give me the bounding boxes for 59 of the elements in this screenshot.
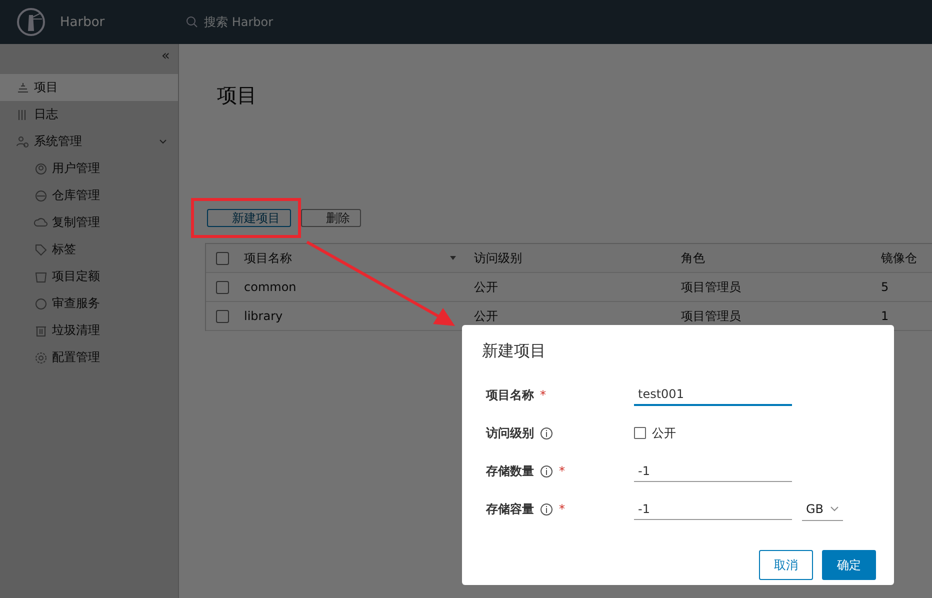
bucket-icon (34, 270, 48, 284)
brand-name: Harbor (60, 14, 106, 30)
column-header[interactable]: 访问级别 (474, 250, 681, 266)
table-cell-text: 5 (881, 280, 890, 294)
chevron-down-icon (158, 136, 168, 146)
required-mark: * (559, 502, 565, 516)
gear-icon (34, 350, 48, 364)
dialog-title: 新建项目 (482, 341, 547, 362)
cloud-icon (34, 216, 48, 230)
people-icon (16, 134, 30, 148)
table-cell-text: 1 (881, 309, 890, 323)
nav-item[interactable]: 项目 (0, 74, 178, 101)
field-label: 存储数量 (486, 462, 534, 480)
search-icon (186, 16, 198, 28)
column-header[interactable]: 项目名称 (244, 250, 474, 266)
tag-icon (34, 242, 48, 256)
nav-item[interactable]: 垃圾清理 (0, 317, 178, 344)
nav-item[interactable]: 系统管理 (0, 128, 178, 155)
column-header[interactable]: 镜像仓 (881, 250, 926, 266)
disk-icon (34, 188, 48, 202)
nav-item[interactable]: 审查服务 (0, 290, 178, 317)
nav-item[interactable]: 项目定额 (0, 263, 178, 290)
select-all-checkbox[interactable] (216, 252, 229, 264)
unit-dropdown[interactable]: GB (802, 498, 843, 520)
new-project-button[interactable]: 新建项目 (207, 209, 291, 227)
table-cell-text: 项目管理员 (681, 278, 742, 296)
lighthouse-logo-icon (16, 7, 46, 37)
table-cell-text: library (244, 309, 284, 323)
required-mark: * (540, 388, 546, 402)
confirm-button[interactable]: 确定 (822, 550, 876, 580)
row-checkbox[interactable] (216, 280, 229, 294)
chevron-down-icon (830, 506, 839, 512)
column-header[interactable]: 角色 (681, 250, 881, 266)
row-checkbox[interactable] (216, 310, 229, 322)
nav-item[interactable]: 日志 (0, 101, 178, 128)
checkbox-label: 公开 (652, 424, 676, 442)
stack-icon (16, 80, 30, 94)
trash-icon (34, 324, 48, 338)
table-cell-text: 项目管理员 (681, 308, 742, 324)
table-cell-text: 公开 (474, 308, 499, 324)
table-cell-text: common (244, 280, 298, 294)
table-cell-text: 公开 (474, 278, 499, 296)
nav-item[interactable]: 标签 (0, 236, 178, 263)
user-icon (34, 162, 48, 176)
nav-item[interactable]: 复制管理 (0, 209, 178, 236)
search-field[interactable]: 搜索 Harbor (186, 14, 316, 30)
page-title: 项目 (217, 82, 258, 109)
nav-item[interactable]: 配置管理 (0, 344, 178, 371)
required-mark: * (559, 464, 565, 478)
cancel-button[interactable]: 取消 (759, 550, 813, 580)
field-label: 项目名称 (486, 386, 534, 404)
nav-item[interactable]: 仓库管理 (0, 182, 178, 209)
field-label: 存储容量 (486, 500, 534, 518)
collapse-button[interactable]: « (161, 48, 170, 64)
field-label: 访问级别 (486, 424, 534, 442)
circle-icon (34, 296, 48, 310)
sort-icon (450, 255, 456, 261)
checkbox[interactable] (634, 427, 646, 439)
nav-item[interactable]: 用户管理 (0, 155, 178, 182)
